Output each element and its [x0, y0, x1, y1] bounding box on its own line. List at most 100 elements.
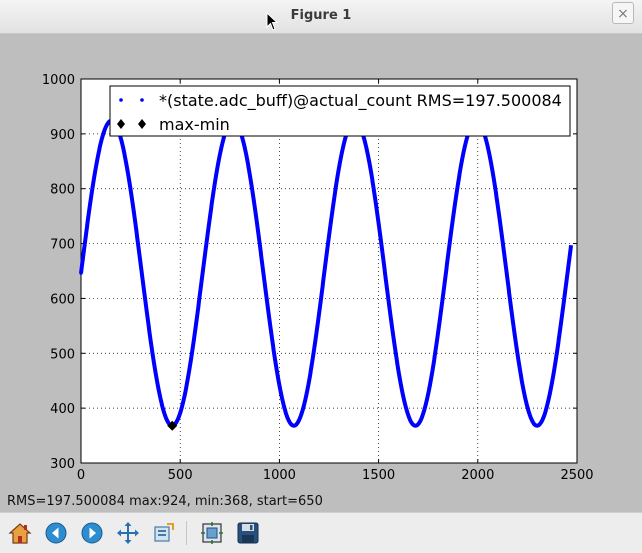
- x-tick-label: 2000: [461, 468, 494, 483]
- series-1-point: [438, 313, 443, 317]
- series-1-point: [548, 391, 552, 395]
- back-button[interactable]: [43, 520, 69, 546]
- series-1-point: [208, 218, 212, 222]
- home-icon: [8, 523, 32, 544]
- series-1-point: [211, 192, 215, 196]
- series-1-point: [241, 138, 245, 142]
- series-1-point: [90, 191, 94, 195]
- series-1-point: [184, 388, 188, 392]
- series-1-point: [425, 395, 429, 400]
- series-1-point: [150, 351, 154, 355]
- series-1-point: [246, 160, 250, 164]
- series-1-point: [148, 334, 152, 338]
- save-icon: [237, 522, 259, 544]
- series-1-point: [175, 418, 179, 422]
- series-1-point: [247, 167, 251, 171]
- series-1-point: [446, 257, 450, 261]
- series-1-point: [497, 211, 501, 215]
- series-1-point: [265, 297, 269, 301]
- series-1-point: [98, 144, 102, 148]
- series-1-point: [254, 214, 258, 218]
- series-1-point: [81, 252, 85, 257]
- series-1-point: [84, 234, 88, 238]
- series-1-point: [102, 131, 106, 135]
- series-1-point: [260, 259, 264, 264]
- series-1-point: [402, 396, 406, 400]
- series-1-point: [103, 127, 107, 132]
- series-1-point: [273, 357, 277, 361]
- series-1-point: [373, 196, 377, 200]
- series-1-point: [188, 360, 193, 365]
- series-1-point: [513, 338, 518, 342]
- series-1-point: [275, 372, 279, 376]
- series-1-point: [550, 378, 555, 382]
- figure-canvas[interactable]: 0 500 1000 1500 2000 2500 300 400 500 600 700 800 90…: [2, 34, 640, 492]
- subplots-button[interactable]: [199, 520, 225, 546]
- series-1-point: [519, 377, 524, 381]
- save-button[interactable]: [235, 520, 261, 546]
- series-1-point: [463, 142, 468, 146]
- series-1-point: [128, 183, 132, 187]
- series-1-point: [555, 349, 559, 353]
- series-1-point: [398, 378, 402, 382]
- series-1-point: [424, 401, 428, 405]
- series-1-point: [400, 390, 404, 394]
- series-1-point: [322, 274, 326, 278]
- series-1-point: [221, 140, 225, 144]
- series-1-point: [561, 305, 565, 309]
- series-1-point: [443, 276, 447, 280]
- series-1-point: [312, 346, 316, 350]
- series-1-point: [178, 412, 182, 416]
- series-1-point: [404, 406, 408, 410]
- series-1-point: [516, 355, 520, 359]
- series-1-point: [498, 220, 502, 224]
- series-1-point: [285, 414, 289, 418]
- series-1-point: [252, 197, 256, 201]
- plot-chart[interactable]: 0 500 1000 1500 2000 2500 300 400 500 600 700 800 90…: [2, 34, 640, 492]
- series-1-point: [271, 341, 275, 345]
- series-1-point: [152, 358, 156, 363]
- x-tick-label: 2500: [560, 468, 593, 483]
- series-1-point: [486, 146, 490, 150]
- series-1-point: [134, 224, 138, 228]
- series-1-point: [250, 189, 254, 193]
- home-button[interactable]: [7, 520, 33, 546]
- series-1-point: [209, 209, 213, 213]
- series-1-point: [444, 266, 449, 271]
- series-1-point: [269, 333, 274, 337]
- series-1-point: [394, 356, 399, 360]
- series-1-point: [510, 312, 514, 316]
- series-1-point: [487, 152, 491, 156]
- series-1-point: [337, 164, 341, 168]
- series-1-point: [465, 137, 469, 141]
- series-1-point: [327, 237, 331, 241]
- series-1-point: [525, 405, 530, 409]
- series-1-point: [515, 347, 519, 351]
- series-1-point: [492, 179, 496, 183]
- series-1-point: [522, 389, 526, 393]
- series-1-point: [217, 156, 221, 161]
- series-1-point: [543, 410, 547, 414]
- y-tick-label: 400: [50, 402, 75, 417]
- series-1-point: [138, 261, 143, 265]
- close-button[interactable]: ×: [612, 2, 634, 24]
- zoom-button[interactable]: [151, 520, 177, 546]
- series-1-point: [363, 142, 368, 146]
- pan-button[interactable]: [115, 520, 141, 546]
- series-1-point: [142, 289, 146, 293]
- series-1-point: [567, 259, 571, 263]
- series-1-point: [506, 284, 510, 289]
- series-1-point: [315, 329, 319, 333]
- series-1-point: [378, 230, 382, 234]
- series-1-point: [390, 322, 394, 327]
- series-1-point: [405, 410, 409, 414]
- series-1-point: [541, 417, 545, 421]
- series-1-point: [185, 382, 189, 386]
- series-1-point: [517, 362, 521, 366]
- series-1-point: [338, 158, 343, 162]
- series-1-point: [325, 246, 329, 250]
- forward-button[interactable]: [79, 520, 105, 546]
- series-1-point: [149, 342, 153, 347]
- series-1-point: [181, 399, 185, 403]
- legend-label-series-2: max-min: [159, 115, 230, 134]
